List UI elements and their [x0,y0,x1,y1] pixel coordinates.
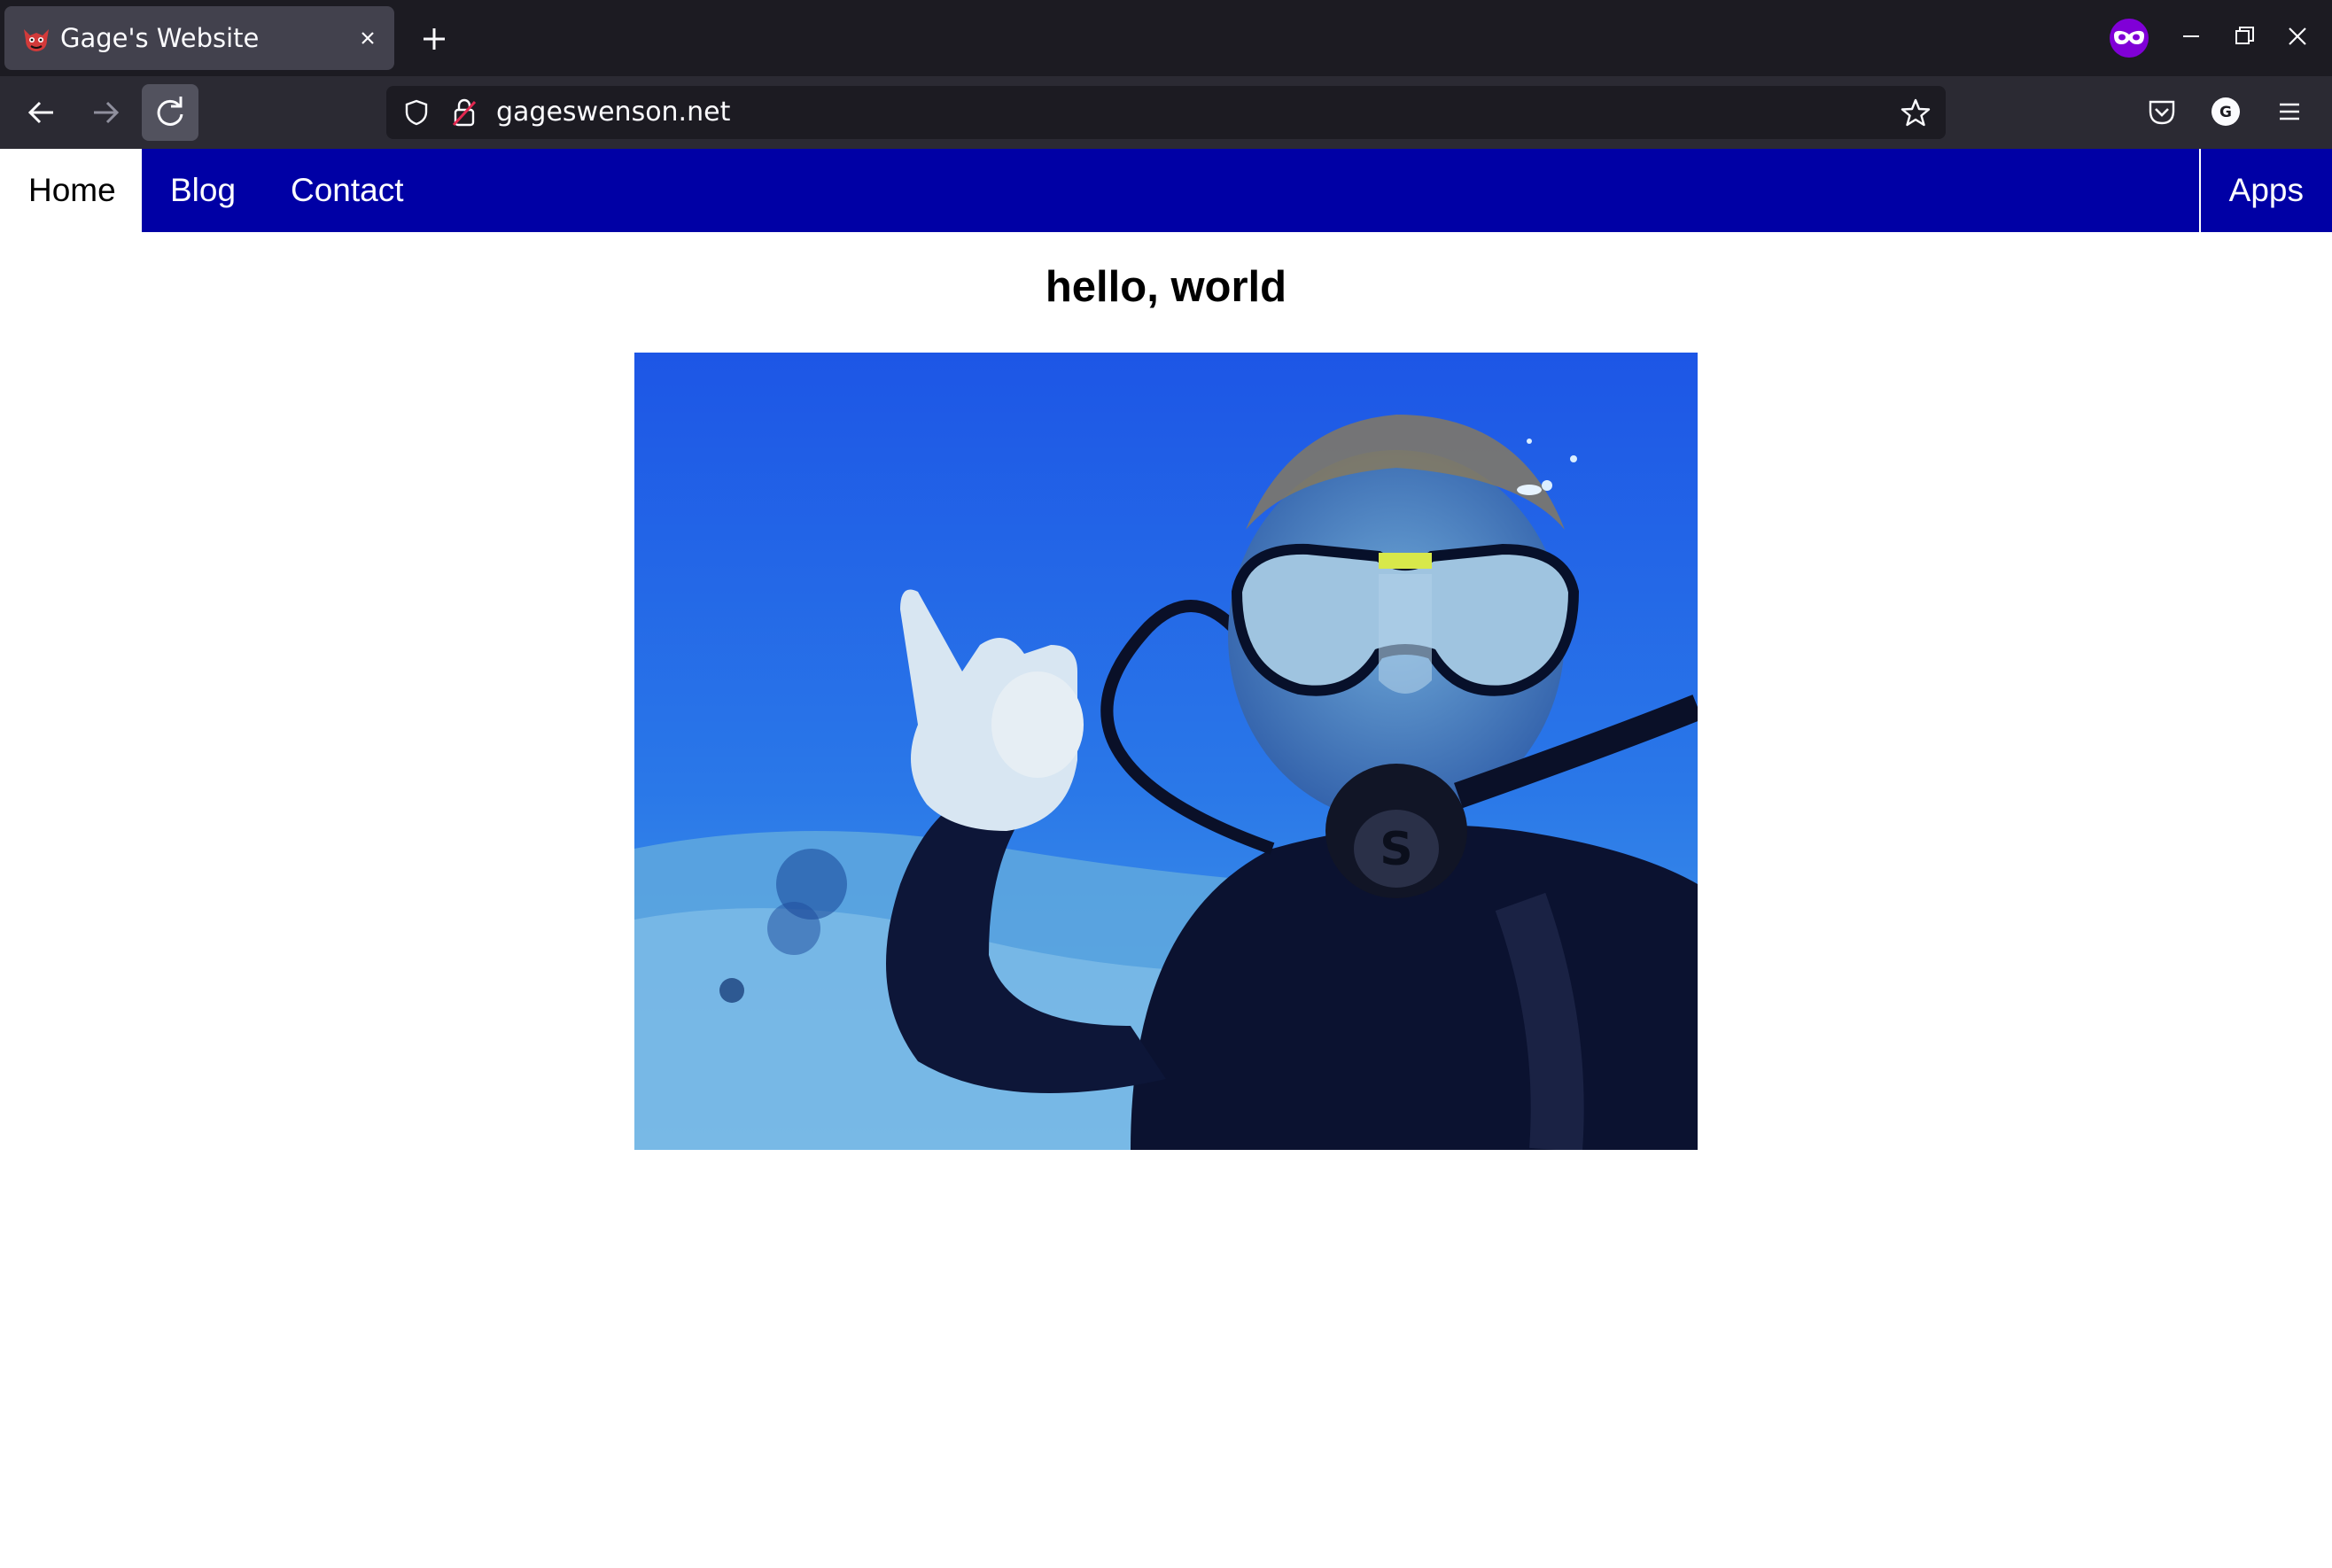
account-icon[interactable]: G [2210,96,2242,128]
tab-title: Gage's Website [60,23,260,53]
minimize-icon[interactable] [2178,23,2204,50]
forward-arrow-icon[interactable] [82,89,129,136]
close-window-icon[interactable] [2284,23,2311,50]
reload-icon[interactable] [142,84,198,141]
devil-mask-icon [24,29,49,51]
private-browsing-icon [2110,19,2149,58]
page-heading: hello, world [1045,263,1287,311]
url-text[interactable]: gageswenson.net [496,86,730,139]
hamburger-menu-icon[interactable] [2274,96,2305,128]
nav-blog-link[interactable]: Blog [142,149,264,232]
browser-toolbar: gageswenson.net G [0,76,2332,149]
browser-tab[interactable]: Gage's Website [4,6,394,70]
tab-strip: Gage's Website [0,0,2332,76]
diver-photo: S [634,353,1698,1150]
site-nav: Home Blog Contact Apps [0,149,2332,232]
account-initial: G [2219,104,2232,121]
pocket-icon[interactable] [2146,96,2178,128]
back-arrow-icon[interactable] [18,89,66,136]
nav-home-link[interactable]: Home [0,149,142,232]
new-tab-icon[interactable] [416,21,452,57]
star-icon[interactable] [1900,97,1932,128]
regulator-logo: S [1380,823,1412,876]
nav-apps-link[interactable]: Apps [2198,149,2332,232]
close-tab-icon[interactable] [355,26,380,50]
lock-icon[interactable] [450,97,478,128]
web-page: Home Blog Contact Apps hello, world S [0,149,2332,1568]
url-bar[interactable]: gageswenson.net [386,86,1946,139]
nav-contact-link[interactable]: Contact [262,149,432,232]
restore-icon[interactable] [2231,23,2258,50]
diver-photo-illustration: S [634,353,1698,1150]
shield-icon[interactable] [402,98,431,127]
